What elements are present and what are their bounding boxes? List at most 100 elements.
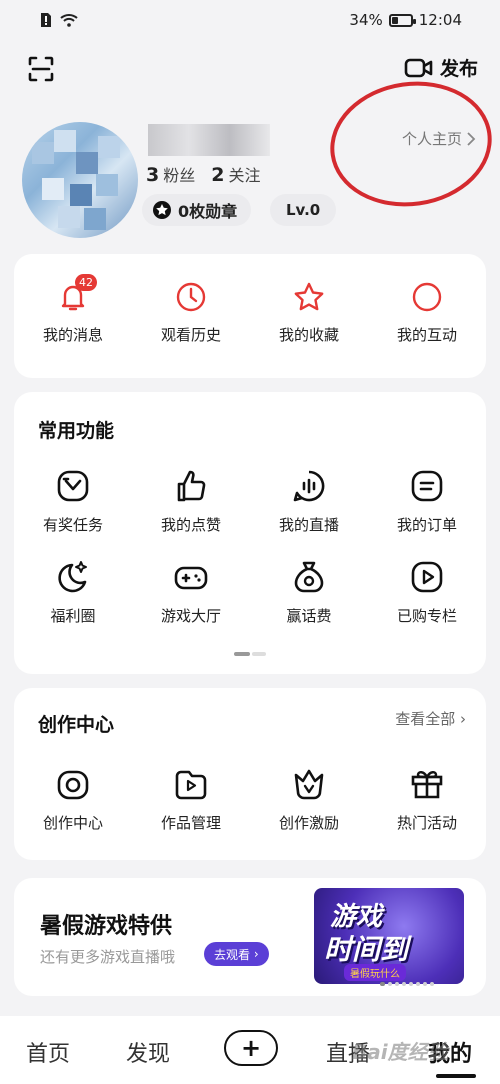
scan-icon[interactable] (26, 54, 56, 84)
works-icon (175, 770, 207, 800)
grid-label: 游戏大厅 (160, 607, 221, 625)
grid-label: 我的点赞 (160, 516, 221, 534)
grid-label: 创作中心 (42, 814, 103, 832)
quick-label: 我的消息 (42, 326, 103, 344)
grid-item-hot-events[interactable]: 热门活动 (368, 766, 486, 833)
carousel-dot (416, 982, 420, 986)
grid-item-creation-center[interactable]: 创作中心 (14, 766, 132, 833)
medal-star-icon (153, 201, 171, 219)
grid-item-works-management[interactable]: 作品管理 (132, 766, 250, 833)
promo-subtitle: 还有更多游戏直播哦 (40, 948, 176, 966)
gamepad-icon (174, 566, 208, 590)
watermark-logo: Bai度经验 (352, 1040, 448, 1064)
quick-item-favorites[interactable]: 我的收藏 (259, 280, 359, 345)
fans-stat[interactable]: 3 粉丝 (146, 162, 195, 186)
fans-label: 粉丝 (163, 166, 196, 185)
carousel-dot (423, 982, 427, 986)
play-column-icon (411, 561, 443, 593)
carousel-dot-active (380, 982, 385, 986)
quick-item-history[interactable]: 观看历史 (141, 280, 241, 345)
publish-button[interactable]: 发布 (404, 54, 478, 81)
carousel-dot (402, 982, 406, 986)
grid-label: 福利圈 (50, 607, 96, 625)
star-icon (294, 282, 324, 311)
follow-label: 关注 (228, 166, 261, 185)
page-indicator (234, 652, 266, 656)
circle-icon (412, 282, 442, 312)
nav-active-indicator (436, 1074, 476, 1078)
grid-item-live[interactable]: 我的直播 (250, 468, 368, 535)
grid-item-orders[interactable]: 我的订单 (368, 468, 486, 535)
gift-icon (411, 771, 443, 799)
creation-center-card: 创作中心 查看全部 › 创作中心 作品管理 创作激励 热门活动 (14, 688, 486, 860)
chevron-right-icon: › (460, 710, 466, 728)
username-blurred (148, 124, 270, 156)
avatar[interactable] (22, 122, 138, 238)
video-camera-icon (404, 58, 433, 77)
nav-discover[interactable]: 发现 (126, 1036, 170, 1068)
moon-star-icon (58, 561, 87, 593)
grid-item-tasks[interactable]: 有奖任务 (14, 468, 132, 535)
level-label: Lv.0 (286, 201, 321, 219)
promo-banner[interactable]: 暑假游戏特供 还有更多游戏直播哦 去观看 › 游戏 时间到 暑假玩什么 (14, 878, 486, 996)
promo-art-tag: 暑假玩什么 (344, 964, 406, 981)
grid-label: 创作激励 (278, 814, 339, 832)
follow-count: 2 (211, 164, 225, 186)
grid-label: 赢话费 (286, 607, 332, 625)
battery-icon (388, 13, 416, 27)
clock-icon (176, 282, 206, 312)
quick-label: 我的互动 (396, 326, 457, 344)
carousel-dot (409, 982, 413, 986)
fans-count: 3 (146, 164, 160, 186)
camera-icon (57, 770, 89, 800)
grid-label: 热门活动 (396, 814, 457, 832)
nav-add-button[interactable]: + (224, 1030, 278, 1066)
grid-item-win-credit[interactable]: 赢话费 (250, 559, 368, 626)
carousel-dot (395, 982, 399, 986)
battery-percent: 34% (349, 11, 383, 29)
common-title: 常用功能 (38, 420, 115, 442)
promo-artwork: 游戏 时间到 暑假玩什么 (314, 888, 464, 984)
live-icon (293, 470, 325, 502)
see-all-link[interactable]: 查看全部 › (395, 708, 466, 729)
task-icon (57, 470, 89, 502)
grid-item-game-hall[interactable]: 游戏大厅 (132, 559, 250, 626)
grid-item-welfare[interactable]: 福利圈 (14, 559, 132, 626)
grid-item-purchased-columns[interactable]: 已购专栏 (368, 559, 486, 626)
page-dot-active (234, 652, 250, 656)
publish-label: 发布 (439, 58, 478, 80)
quick-label: 我的收藏 (278, 326, 339, 344)
status-right: 34% 12:04 (349, 11, 462, 29)
carousel-dot (388, 982, 392, 986)
quick-actions-card: 42 我的消息 观看历史 我的收藏 我的互动 (14, 254, 486, 378)
page-dot (252, 652, 266, 656)
promo-art-line2: 时间到 (324, 933, 409, 966)
clock-time: 12:04 (418, 11, 462, 29)
medal-chip[interactable]: 0枚勋章 (142, 194, 252, 226)
quick-item-interactions[interactable]: 我的互动 (377, 280, 477, 345)
level-chip[interactable]: Lv.0 (270, 194, 337, 226)
wifi-icon (60, 14, 78, 27)
grid-item-likes[interactable]: 我的点赞 (132, 468, 250, 535)
quick-item-messages[interactable]: 42 我的消息 (23, 274, 123, 345)
plus-icon: + (240, 1034, 262, 1062)
grid-item-creator-incentive[interactable]: 创作激励 (250, 766, 368, 833)
follow-stat[interactable]: 2 关注 (211, 162, 260, 186)
carousel-dot (430, 982, 434, 986)
order-icon (411, 470, 443, 502)
promo-button-label: 去观看 (214, 947, 251, 962)
status-left (40, 12, 78, 28)
see-all-label: 查看全部 (395, 710, 456, 728)
profile-stats: 3 粉丝 2 关注 (146, 162, 261, 186)
status-bar: 34% 12:04 (0, 0, 500, 40)
chevron-right-icon: › (250, 947, 259, 961)
grid-label: 我的直播 (278, 516, 339, 534)
promo-watch-button[interactable]: 去观看 › (204, 942, 269, 966)
creation-title: 创作中心 (38, 714, 115, 736)
grid-label: 我的订单 (396, 516, 457, 534)
grid-label: 已购专栏 (396, 607, 457, 625)
quick-label: 观看历史 (160, 326, 221, 344)
nav-home[interactable]: 首页 (26, 1036, 70, 1068)
medal-label: 0枚勋章 (178, 202, 238, 221)
grid-label: 有奖任务 (42, 516, 103, 534)
